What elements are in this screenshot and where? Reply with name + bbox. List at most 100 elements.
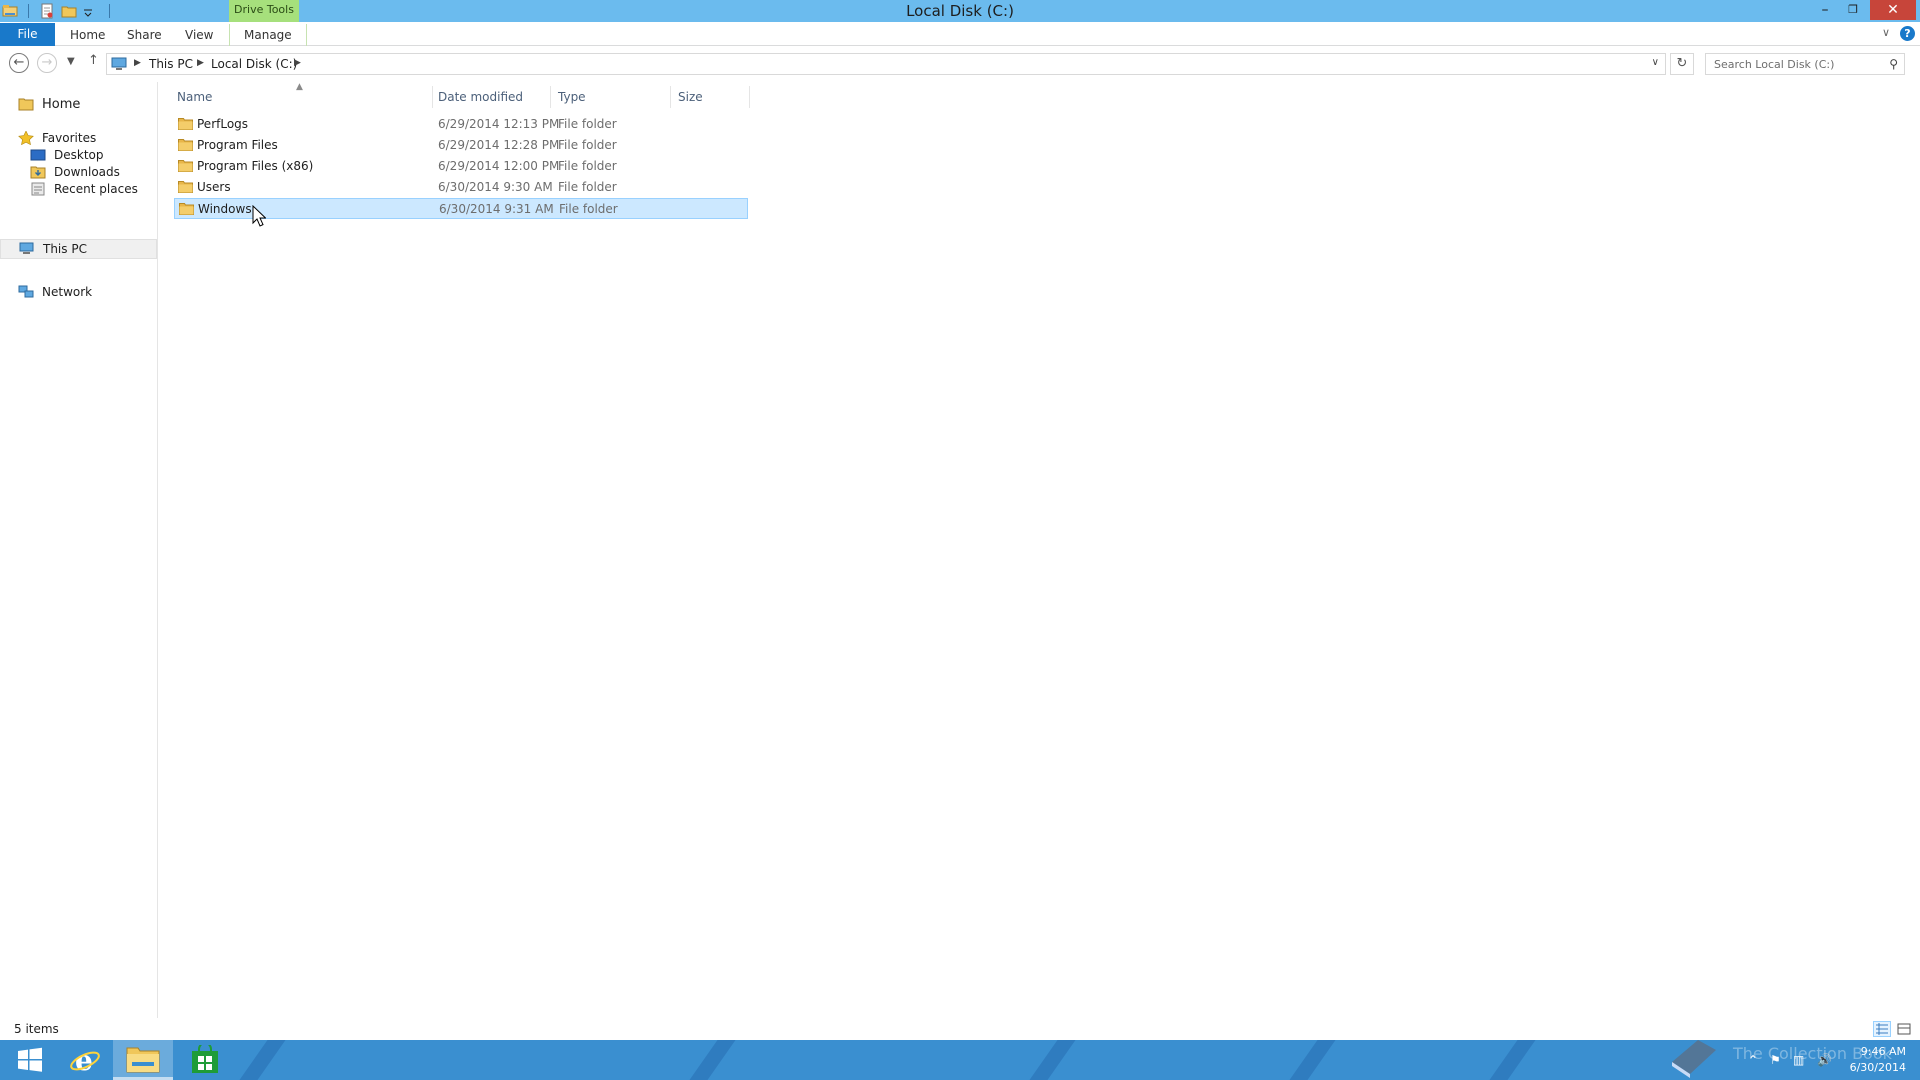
ribbon-tab-bar: File Home Share View Manage ∨ ? — [0, 22, 1920, 46]
search-icon[interactable]: ⚲ — [1889, 57, 1898, 71]
tab-manage[interactable]: Manage — [229, 24, 307, 46]
file-date: 6/29/2014 12:13 PM — [438, 117, 560, 131]
table-row[interactable]: Program Files 6/29/2014 12:28 PM File fo… — [174, 135, 748, 156]
column-header-date-modified[interactable]: Date modified — [438, 90, 523, 104]
breadcrumb-separator-icon[interactable]: ▶ — [197, 58, 204, 68]
qat-separator — [28, 4, 29, 18]
watermark-text: The Collection Book — [1733, 1044, 1892, 1063]
breadcrumb-separator-icon[interactable]: ▶ — [134, 58, 141, 68]
drive-tools-context-label: Drive Tools — [229, 0, 299, 22]
column-header-name[interactable]: Name — [177, 90, 212, 104]
nav-label-network: Network — [42, 285, 93, 299]
column-divider[interactable] — [550, 86, 551, 108]
close-button[interactable]: ✕ — [1870, 0, 1916, 20]
back-button[interactable]: ← — [9, 53, 29, 73]
computer-icon — [19, 242, 35, 256]
table-row[interactable]: Program Files (x86) 6/29/2014 12:00 PM F… — [174, 156, 748, 177]
recent-locations-icon[interactable]: ▼ — [67, 56, 75, 67]
column-divider[interactable] — [670, 86, 671, 108]
taskbar-stripe — [1275, 1040, 1343, 1080]
nav-label-desktop: Desktop — [54, 148, 104, 162]
column-header-type[interactable]: Type — [558, 90, 586, 104]
breadcrumb-separator-icon[interactable]: ▶ — [294, 58, 301, 68]
properties-icon[interactable] — [39, 3, 55, 19]
column-header-size[interactable]: Size — [678, 90, 703, 104]
minimize-button[interactable]: – — [1812, 0, 1838, 20]
taskbar-stripe — [225, 1040, 293, 1080]
file-name: Windows — [198, 202, 252, 216]
file-date: 6/29/2014 12:28 PM — [438, 138, 560, 152]
item-count: 5 items — [14, 1022, 59, 1036]
folder-icon — [178, 159, 193, 172]
tab-home[interactable]: Home — [70, 26, 105, 44]
taskbar-stripe — [675, 1040, 743, 1080]
watermark-book-icon — [1668, 1032, 1720, 1078]
quick-access-toolbar — [2, 2, 114, 20]
search-box[interactable]: ⚲ — [1705, 53, 1905, 75]
folder-icon — [179, 202, 194, 215]
new-folder-icon[interactable] — [61, 3, 77, 19]
mouse-cursor-icon — [252, 204, 267, 227]
taskbar-store[interactable] — [175, 1040, 235, 1080]
large-icons-view-icon[interactable] — [1895, 1021, 1913, 1037]
downloads-icon — [30, 165, 46, 179]
nav-item-network[interactable]: Network — [18, 282, 92, 302]
expand-ribbon-icon[interactable]: ∨ — [1882, 26, 1890, 39]
customize-qat-icon[interactable] — [83, 3, 99, 19]
breadcrumb-this-pc[interactable]: This PC — [149, 57, 193, 71]
folder-icon — [178, 138, 193, 151]
star-icon — [18, 130, 34, 146]
table-row[interactable]: PerfLogs 6/29/2014 12:13 PM File folder — [174, 114, 748, 135]
file-name: PerfLogs — [197, 117, 249, 131]
recent-places-icon — [30, 182, 46, 196]
details-view-icon[interactable] — [1873, 1021, 1891, 1037]
start-button[interactable] — [0, 1040, 60, 1080]
nav-item-home[interactable]: Home — [18, 94, 80, 114]
title-bar: Drive Tools Local Disk (C:) – ❐ ✕ — [0, 0, 1920, 22]
folder-icon — [178, 117, 193, 130]
column-divider[interactable] — [432, 86, 433, 108]
sort-ascending-icon: ▲ — [296, 82, 303, 92]
tab-share[interactable]: Share — [127, 26, 162, 44]
taskbar-stripe — [1475, 1040, 1543, 1080]
help-icon[interactable]: ? — [1900, 26, 1915, 41]
table-row[interactable]: Users 6/30/2014 9:30 AM File folder — [174, 177, 748, 198]
file-name: Program Files (x86) — [197, 159, 314, 173]
address-dropdown-icon[interactable]: ∨ — [1652, 57, 1659, 68]
tab-view[interactable]: View — [185, 26, 213, 44]
file-type: File folder — [558, 138, 617, 152]
up-button[interactable]: ↑ — [88, 53, 99, 68]
navigation-pane: Home Favorites Desktop Downloads Recent … — [0, 82, 158, 1020]
refresh-button[interactable]: ↻ — [1670, 53, 1694, 75]
address-row: ← → ▼ ↑ ▶ This PC ▶ Local Disk (C:) ▶ ∨ … — [0, 48, 1920, 80]
search-input[interactable] — [1706, 54, 1876, 74]
breadcrumb-local-disk[interactable]: Local Disk (C:) — [211, 57, 297, 71]
forward-button[interactable]: → — [37, 53, 57, 73]
file-name: Program Files — [197, 138, 278, 152]
nav-label-this-pc: This PC — [43, 242, 87, 256]
status-bar: 5 items — [0, 1018, 1920, 1040]
windows-logo-icon — [18, 1047, 42, 1072]
taskbar-file-explorer[interactable] — [113, 1040, 173, 1080]
taskbar: e ⌃ ⚑ ▥ 🔊 9:46 AM 6/30/2014 — [0, 1040, 1920, 1080]
taskbar-stripe — [1015, 1040, 1083, 1080]
store-icon — [192, 1045, 218, 1073]
internet-explorer-icon: e — [70, 1044, 100, 1076]
restore-button[interactable]: ❐ — [1840, 0, 1866, 20]
file-type: File folder — [558, 159, 617, 173]
file-explorer-icon — [126, 1047, 160, 1072]
explorer-icon[interactable] — [2, 3, 18, 19]
taskbar-internet-explorer[interactable]: e — [55, 1040, 115, 1080]
column-divider[interactable] — [749, 86, 750, 108]
nav-item-this-pc[interactable]: This PC — [0, 239, 157, 259]
file-type: File folder — [558, 180, 617, 194]
nav-label-downloads: Downloads — [54, 165, 120, 179]
this-pc-icon — [111, 57, 129, 74]
nav-item-recent-places[interactable]: Recent places — [30, 179, 138, 199]
file-date: 6/30/2014 9:31 AM — [439, 202, 554, 216]
address-bar[interactable]: ▶ This PC ▶ Local Disk (C:) ▶ ∨ — [106, 53, 1666, 75]
qat-separator — [109, 4, 110, 18]
file-type: File folder — [558, 117, 617, 131]
tab-file[interactable]: File — [0, 23, 55, 46]
file-date: 6/30/2014 9:30 AM — [438, 180, 553, 194]
